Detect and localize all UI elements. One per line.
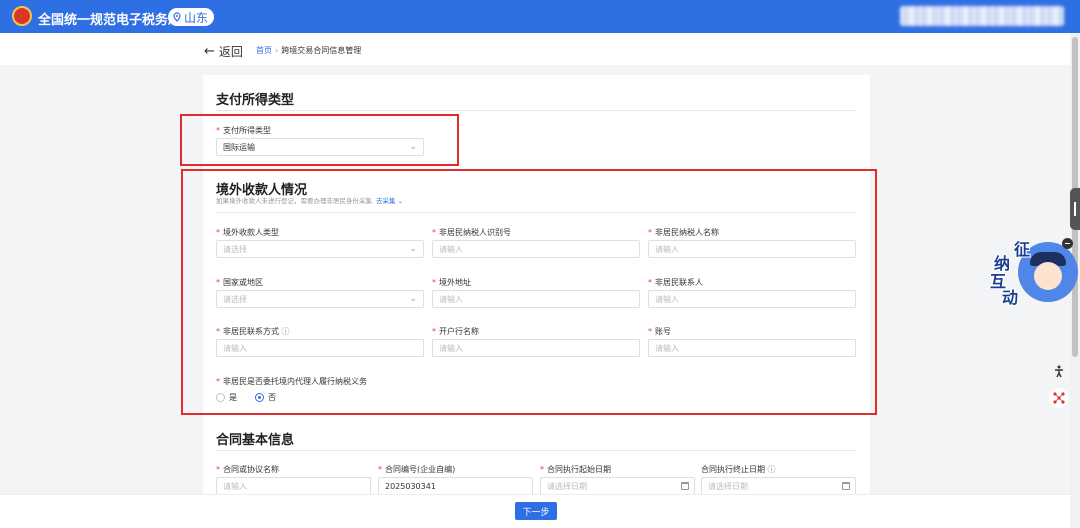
back-label: 返回 [218, 45, 243, 59]
top-bar: 全国统一规范电子税务局 山东 [0, 0, 1080, 33]
accessibility-icon[interactable] [1049, 361, 1069, 381]
section-title-contract: 合同基本信息 [216, 433, 295, 448]
divider [216, 450, 856, 451]
tax-emblem-logo [12, 6, 32, 26]
assistant-char: 动 [1002, 288, 1019, 307]
side-panel-toggle[interactable] [1070, 188, 1080, 230]
contract-number-input[interactable]: 2025030341 [378, 477, 533, 495]
network-icon[interactable] [1049, 388, 1069, 408]
end-date-picker[interactable]: 请选择日期 [701, 477, 856, 495]
start-date-label: * 合同执行起始日期 [540, 465, 611, 474]
next-step-button[interactable]: 下一步 [515, 502, 557, 520]
calendar-icon [842, 482, 850, 490]
user-info-blurred[interactable] [900, 6, 1064, 26]
highlight-box-payment [180, 114, 459, 166]
region-label: 山东 [184, 10, 209, 25]
footer-bar: 下一步 [0, 494, 1070, 528]
start-date-picker[interactable]: 请选择日期 [540, 477, 695, 495]
region-selector[interactable]: 山东 [168, 8, 215, 26]
breadcrumb-home[interactable]: 首页 [256, 46, 272, 55]
minimize-assistant-button[interactable] [1062, 238, 1073, 249]
breadcrumb-current: 跨境交易合同信息管理 [281, 46, 362, 55]
contract-name-input[interactable]: 请输入 [216, 477, 371, 495]
end-date-label: 合同执行终止日期 ⓘ [701, 465, 776, 474]
breadcrumb-separator: › [275, 46, 279, 55]
location-pin-icon [173, 12, 181, 22]
assistant-char: 征 [1014, 240, 1031, 259]
app-title: 全国统一规范电子税务局 [38, 13, 182, 28]
calendar-icon [681, 482, 689, 490]
face-shape [1034, 262, 1062, 290]
arrow-left-icon: ← [204, 44, 215, 59]
info-icon[interactable]: ⓘ [768, 465, 776, 474]
back-button[interactable]: ← 返回 [204, 43, 243, 60]
divider [216, 110, 856, 111]
breadcrumb-bar: ← 返回 首页 › 跨境交易合同信息管理 [0, 33, 1070, 65]
highlight-box-payee [181, 169, 877, 415]
contract-number-label: * 合同编号(企业自编) [378, 465, 456, 474]
contract-name-label: * 合同或协议名称 [216, 465, 279, 474]
breadcrumb: 首页 › 跨境交易合同信息管理 [256, 45, 361, 56]
section-title-payment: 支付所得类型 [216, 93, 295, 108]
assistant-widget[interactable]: 征 纳 互 动 [988, 236, 1078, 307]
